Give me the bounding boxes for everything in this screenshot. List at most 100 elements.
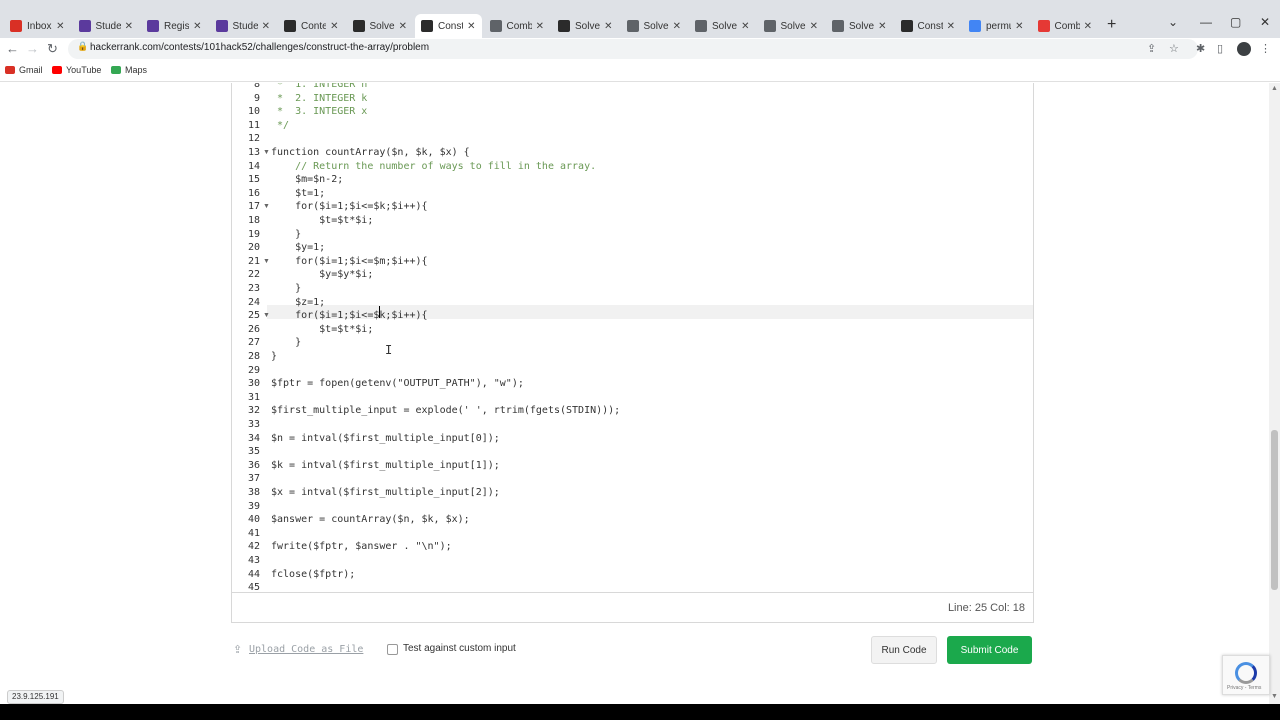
back-icon[interactable]: ← <box>6 41 19 56</box>
custom-input-label[interactable]: Test against custom input <box>403 643 516 654</box>
line-number: 34 <box>247 432 260 444</box>
tab-close-icon[interactable]: ✕ <box>467 21 475 32</box>
code-line[interactable]: $z=1; <box>271 296 325 310</box>
browser-tab[interactable]: Combi ✕ <box>484 14 551 38</box>
code-line[interactable]: } <box>271 228 301 242</box>
reload-icon[interactable]: ↻ <box>47 41 58 57</box>
upload-code-link[interactable]: Upload Code as File <box>249 644 363 655</box>
code-line[interactable]: $t=1; <box>271 187 325 201</box>
code-line[interactable]: fwrite($fptr, $answer . "\n"); <box>271 540 452 554</box>
code-line[interactable]: * 2. INTEGER k <box>271 92 367 106</box>
browser-tab[interactable]: Combi ✕ <box>1032 14 1099 38</box>
tab-close-icon[interactable]: ✕ <box>741 21 749 32</box>
browser-tab[interactable]: Contes✕ <box>278 14 345 38</box>
code-line[interactable]: $k = intval($first_multiple_input[1]); <box>271 459 500 473</box>
forward-icon[interactable]: → <box>26 41 39 56</box>
browser-tab[interactable]: Solve T ✕ <box>347 14 414 38</box>
custom-input-checkbox[interactable] <box>387 644 398 655</box>
browser-tab[interactable]: Solve H✕ <box>826 14 893 38</box>
code-line[interactable]: } <box>271 336 301 350</box>
tab-close-icon[interactable]: ✕ <box>604 21 612 32</box>
code-line[interactable]: fclose($fptr); <box>271 568 355 582</box>
tab-close-icon[interactable]: ✕ <box>536 21 544 32</box>
fold-toggle-icon[interactable]: ▼ <box>263 146 270 160</box>
close-window-icon[interactable]: ✕ <box>1260 15 1270 29</box>
code-line[interactable]: $fptr = fopen(getenv("OUTPUT_PATH"), "w"… <box>271 377 524 391</box>
browser-tab[interactable]: Studen ✕ <box>210 14 277 38</box>
tab-title: Solve H <box>575 20 601 32</box>
globe-icon <box>832 20 844 32</box>
run-code-button[interactable]: Run Code <box>871 636 937 664</box>
page-scrollbar[interactable] <box>1269 83 1280 704</box>
code-line[interactable]: $t=$t*$i; <box>271 323 373 337</box>
tab-close-icon[interactable]: ✕ <box>1015 21 1023 32</box>
bookmark-star-icon[interactable]: ☆ <box>1169 42 1179 55</box>
code-line[interactable]: $first_multiple_input = explode(' ', rtr… <box>271 404 620 418</box>
code-line[interactable]: for($i=1;$i<=$m;$i++){ <box>271 255 427 269</box>
bookmark-youtube[interactable]: YouTube <box>52 65 101 75</box>
code-line[interactable]: $answer = countArray($n, $k, $x); <box>271 513 470 527</box>
recaptcha-text[interactable]: Privacy - Terms <box>1227 685 1261 691</box>
tab-close-icon[interactable]: ✕ <box>673 21 681 32</box>
scrollbar-thumb[interactable] <box>1271 430 1278 590</box>
submit-code-button[interactable]: Submit Code <box>947 636 1032 664</box>
code-line[interactable]: function countArray($n, $k, $x) { <box>271 146 470 160</box>
code-line[interactable]: $m=$n-2; <box>271 173 343 187</box>
tab-close-icon[interactable]: ✕ <box>125 21 133 32</box>
tab-close-icon[interactable]: ✕ <box>330 21 338 32</box>
code-line[interactable]: $n = intval($first_multiple_input[0]); <box>271 432 500 446</box>
upload-icon[interactable]: ⇪ <box>233 643 242 656</box>
bookmark-gmail[interactable]: Gmail <box>5 65 43 75</box>
scroll-down-icon[interactable]: ▼ <box>1271 693 1278 700</box>
tab-close-icon[interactable]: ✕ <box>1084 21 1092 32</box>
share-icon[interactable]: ⇪ <box>1147 42 1156 55</box>
tab-close-icon[interactable]: ✕ <box>878 21 886 32</box>
url-text[interactable]: hackerrank.com/contests/101hack52/challe… <box>90 42 429 53</box>
chevron-down-icon[interactable]: ⌄ <box>1168 15 1178 29</box>
code-line[interactable]: } <box>271 350 277 364</box>
fold-toggle-icon[interactable]: ▼ <box>263 255 270 269</box>
tab-close-icon[interactable]: ✕ <box>193 21 201 32</box>
browser-tab[interactable]: Inbox (✕ <box>4 14 71 38</box>
fold-toggle-icon[interactable]: ▼ <box>263 309 270 323</box>
extensions-icon[interactable]: ✱ <box>1196 42 1205 55</box>
lock-icon[interactable]: 🔒 <box>77 41 88 52</box>
code-line[interactable]: $y=1; <box>271 241 325 255</box>
avatar[interactable] <box>1237 42 1251 56</box>
fold-toggle-icon[interactable]: ▼ <box>263 200 270 214</box>
code-line[interactable]: for($i=1;$i<=$k;$i++){ <box>271 309 427 323</box>
code-editor[interactable]: 8 9 10 11 12 13 ▼ 14 15 16 17 ▼ 18 19 20 21 ▼ 22 23 24 25 ▼ 26… <box>231 83 1034 593</box>
browser-tab[interactable]: Solve H✕ <box>621 14 688 38</box>
browser-tab[interactable]: Constr ✕ <box>415 14 482 38</box>
code-line[interactable]: for($i=1;$i<=$k;$i++){ <box>271 200 427 214</box>
browser-tab[interactable]: Studen ✕ <box>73 14 140 38</box>
code-line[interactable]: $t=$t*$i; <box>271 214 373 228</box>
new-tab-button[interactable]: + <box>1107 16 1116 34</box>
scroll-up-icon[interactable]: ▲ <box>1271 85 1278 92</box>
browser-tab[interactable]: Solve H✕ <box>689 14 756 38</box>
code-line[interactable]: // Return the number of ways to fill in … <box>271 160 596 174</box>
code-line[interactable]: */ <box>271 119 289 133</box>
browser-tab[interactable]: Registr✕ <box>141 14 208 38</box>
code-line[interactable]: $x = intval($first_multiple_input[2]); <box>271 486 500 500</box>
browser-tab[interactable]: Constr ✕ <box>895 14 962 38</box>
tab-close-icon[interactable]: ✕ <box>810 21 818 32</box>
browser-tab[interactable]: Solve H✕ <box>552 14 619 38</box>
maximize-icon[interactable]: ▢ <box>1230 15 1241 29</box>
tab-close-icon[interactable]: ✕ <box>56 21 64 32</box>
sidebar-icon[interactable]: ▯ <box>1217 42 1223 55</box>
tab-title: permu <box>986 20 1011 32</box>
tab-close-icon[interactable]: ✕ <box>262 21 270 32</box>
code-line[interactable]: } <box>271 282 301 296</box>
tab-close-icon[interactable]: ✕ <box>947 21 955 32</box>
minimize-icon[interactable]: — <box>1200 15 1212 29</box>
browser-tab[interactable]: Solve H✕ <box>758 14 825 38</box>
code-line[interactable]: $y=$y*$i; <box>271 268 373 282</box>
bookmark-maps[interactable]: Maps <box>111 65 147 75</box>
hackerrank-icon <box>900 20 913 32</box>
recaptcha-badge[interactable]: Privacy - Terms <box>1222 655 1270 695</box>
code-line[interactable]: * 3. INTEGER x <box>271 105 367 119</box>
tab-close-icon[interactable]: ✕ <box>399 21 407 32</box>
browser-tab[interactable]: permu ✕ <box>963 14 1030 38</box>
menu-kebab-icon[interactable]: ⋮ <box>1260 42 1271 55</box>
